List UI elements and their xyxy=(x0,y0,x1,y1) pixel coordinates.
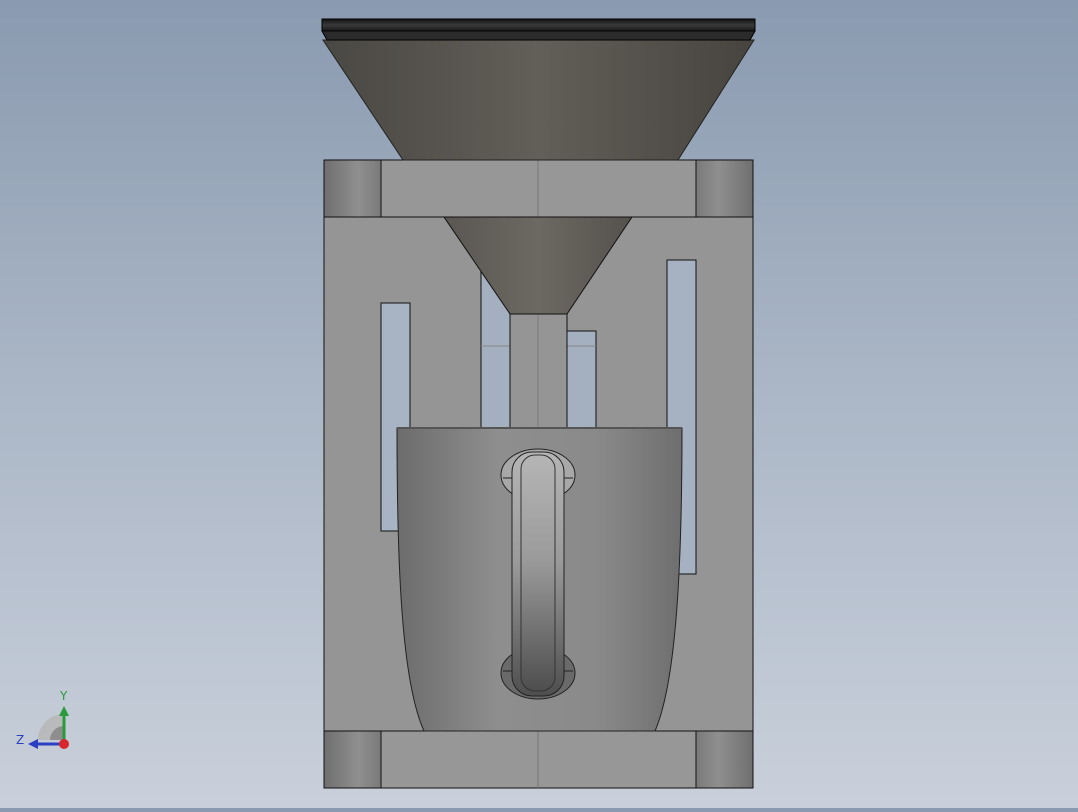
hopper-lid[interactable] xyxy=(321,18,756,32)
y-axis-label: Y xyxy=(59,689,68,703)
coffee-cup[interactable] xyxy=(396,427,683,732)
z-axis-label: Z xyxy=(16,733,24,747)
cup-handle[interactable] xyxy=(500,448,576,700)
hopper[interactable] xyxy=(321,18,756,161)
top-bar[interactable] xyxy=(323,159,754,218)
model-view[interactable] xyxy=(0,0,1078,808)
reference-triad: Y Z xyxy=(10,684,80,754)
bottom-base[interactable] xyxy=(323,730,754,789)
x-axis-dot xyxy=(59,739,69,749)
graphics-viewport[interactable] xyxy=(0,0,1078,808)
